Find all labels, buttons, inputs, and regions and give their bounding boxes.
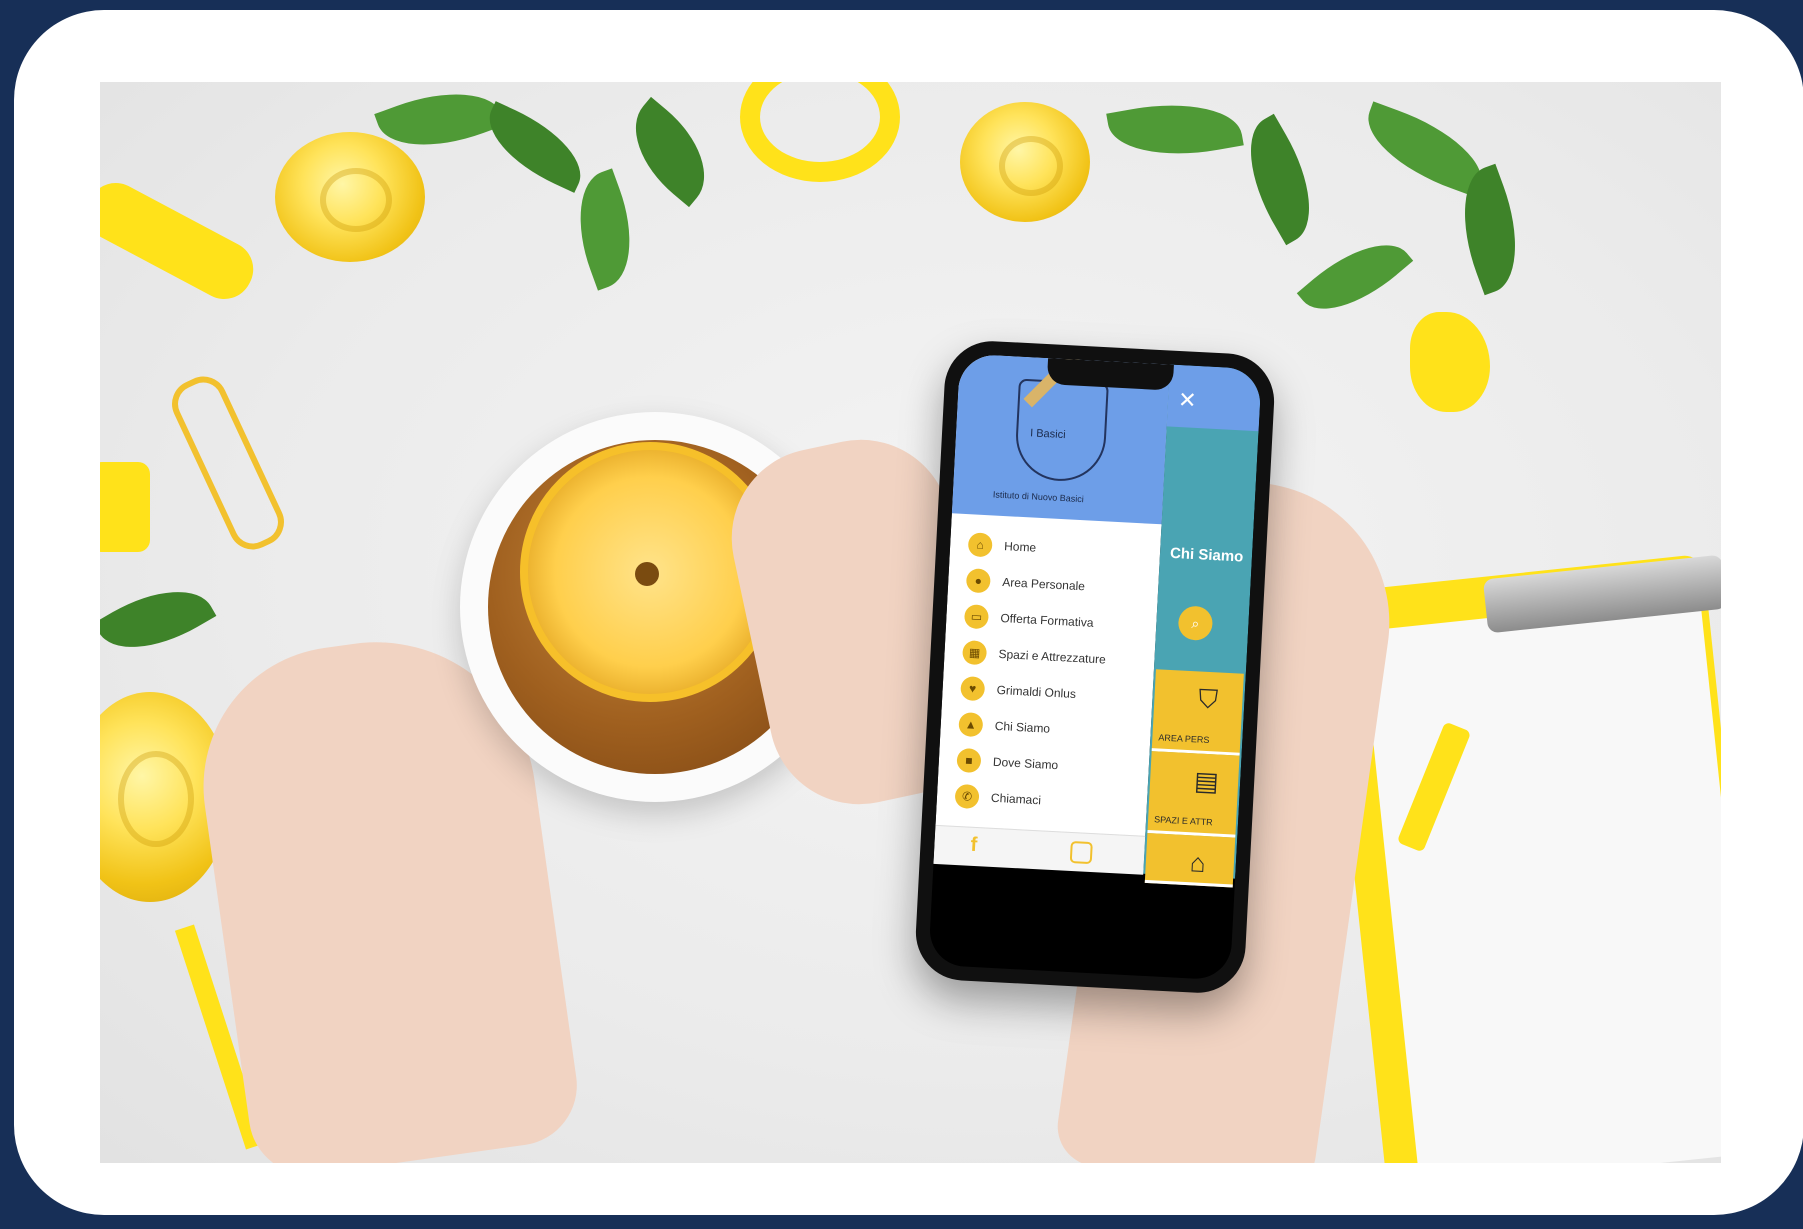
leaf bbox=[474, 101, 596, 193]
menu-item-offerta-formativa[interactable]: ▭ Offerta Formativa bbox=[963, 602, 1094, 637]
close-icon[interactable]: ✕ bbox=[1177, 387, 1197, 414]
image-card: I Basici Istituto di Nuovo Basici ⌂ Home… bbox=[14, 10, 1803, 1215]
yellow-petal bbox=[1410, 312, 1490, 412]
smartphone: I Basici Istituto di Nuovo Basici ⌂ Home… bbox=[913, 338, 1277, 996]
highlighter bbox=[100, 173, 264, 309]
menu-footer: f bbox=[933, 824, 1146, 875]
hero-title: Chi Siamo bbox=[1169, 544, 1244, 566]
user-icon: ⛉ bbox=[1197, 683, 1219, 715]
book-icon: ▭ bbox=[963, 604, 990, 630]
leaf bbox=[1226, 113, 1334, 246]
scissor-handle bbox=[740, 82, 900, 182]
leaf bbox=[1106, 91, 1244, 168]
menu-item-spazi[interactable]: ▦ Spazi e Attrezzature bbox=[961, 638, 1107, 673]
tile-label: SPAZI E ATTR bbox=[1153, 814, 1213, 828]
home-icon: ⌂ bbox=[967, 532, 993, 558]
tile-label: AREA PERS bbox=[1158, 732, 1210, 746]
menu-item-chiamaci[interactable]: ✆ Chiamaci bbox=[954, 782, 1041, 814]
menu-item-label: Dove Siamo bbox=[992, 754, 1059, 773]
menu-item-label: Chi Siamo bbox=[994, 718, 1051, 736]
content-header: ✕ bbox=[1166, 364, 1262, 432]
menu-item-grimaldi-onlus[interactable]: ♥ Grimaldi Onlus bbox=[960, 674, 1077, 708]
paper-clip bbox=[164, 368, 292, 558]
highlighter bbox=[100, 462, 150, 552]
menu-item-home[interactable]: ⌂ Home bbox=[967, 530, 1037, 562]
building-icon: ▦ bbox=[961, 640, 988, 666]
menu-item-chi-siamo[interactable]: ▲ Chi Siamo bbox=[958, 710, 1051, 743]
leaf bbox=[612, 96, 728, 208]
tile-more[interactable]: ⌂ bbox=[1144, 832, 1236, 888]
user-icon: ● bbox=[965, 568, 991, 594]
menu-item-label: Chiamaci bbox=[990, 790, 1042, 808]
logo-subtitle: Istituto di Nuovo Basici bbox=[992, 489, 1085, 505]
menu-item-dove-siamo[interactable]: ■ Dove Siamo bbox=[956, 746, 1059, 779]
people-icon: ▲ bbox=[958, 711, 984, 738]
menu-item-label: Spazi e Attrezzature bbox=[998, 646, 1107, 667]
tile-area-personale[interactable]: ⛉ AREA PERS bbox=[1151, 669, 1244, 756]
menu-item-label: Home bbox=[1003, 539, 1037, 555]
clipboard-paper bbox=[1361, 595, 1721, 1163]
facebook-icon[interactable]: f bbox=[970, 834, 978, 857]
phone-screen: I Basici Istituto di Nuovo Basici ⌂ Home… bbox=[928, 353, 1262, 981]
photo: I Basici Istituto di Nuovo Basici ⌂ Home… bbox=[100, 82, 1721, 1163]
menu-item-label: Area Personale bbox=[1001, 575, 1086, 594]
tile-spazi[interactable]: ▤ SPAZI E ATTR bbox=[1147, 751, 1240, 838]
lemon-core bbox=[635, 562, 659, 586]
school-icon: ⌂ bbox=[1189, 847, 1207, 879]
phone-icon: ✆ bbox=[954, 783, 980, 810]
search-button[interactable]: ⌕ bbox=[1177, 605, 1214, 642]
leaf bbox=[1296, 222, 1414, 332]
logo-text: I Basici bbox=[1029, 427, 1066, 442]
menu-item-label: Offerta Formativa bbox=[1000, 610, 1094, 630]
yellow-rose bbox=[960, 102, 1090, 222]
menu-item-label: Grimaldi Onlus bbox=[996, 682, 1077, 702]
side-menu: I Basici Istituto di Nuovo Basici ⌂ Home… bbox=[933, 353, 1170, 875]
computer-icon: ▤ bbox=[1193, 765, 1220, 797]
camera-icon: ■ bbox=[956, 747, 982, 774]
instagram-icon[interactable] bbox=[1069, 840, 1093, 865]
leaf bbox=[100, 568, 217, 671]
heart-icon: ♥ bbox=[960, 676, 986, 702]
yellow-rose bbox=[275, 132, 425, 262]
menu-item-area-personale[interactable]: ● Area Personale bbox=[965, 566, 1086, 600]
